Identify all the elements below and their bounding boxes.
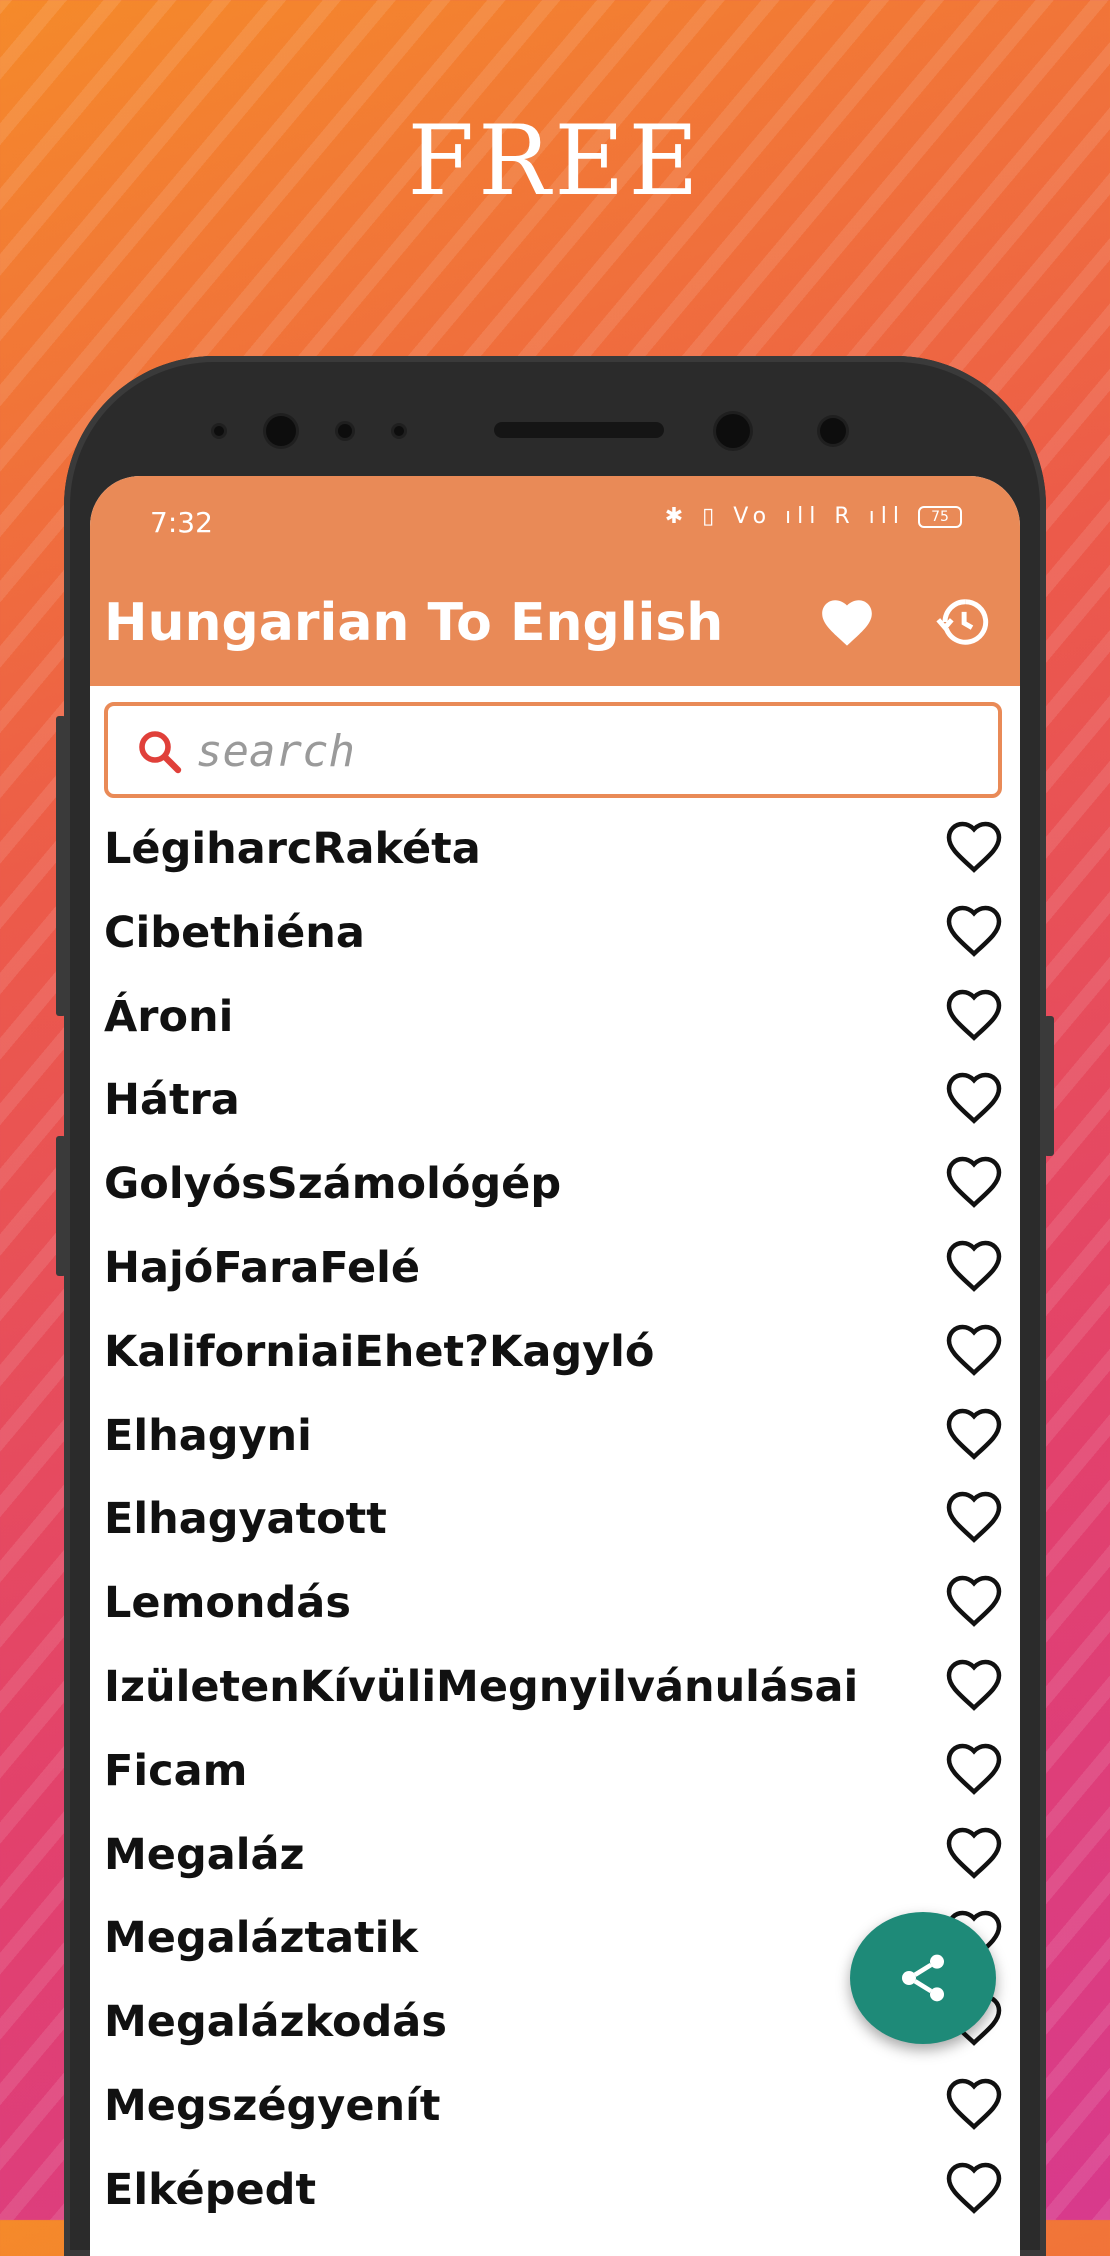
favorite-toggle-button[interactable]: [944, 1740, 1004, 1796]
word-label: Megaláztatik: [104, 1913, 418, 1964]
list-item[interactable]: Elképedt: [90, 2147, 1020, 2231]
heart-outline-icon: [946, 1575, 1002, 1627]
favorite-toggle-button[interactable]: [944, 1069, 1004, 1125]
favorite-toggle-button[interactable]: [944, 818, 1004, 874]
favorite-toggle-button[interactable]: [944, 1405, 1004, 1461]
word-label: Elképedt: [104, 2164, 316, 2215]
heart-filled-icon: [822, 600, 872, 646]
list-item[interactable]: Elhagyatott: [90, 1476, 1020, 1560]
word-label: HajóFaraFelé: [104, 1242, 421, 1293]
word-label: Cibethiéna: [104, 907, 365, 958]
list-item[interactable]: Megaláz: [90, 1812, 1020, 1896]
front-camera-icon: [716, 414, 750, 448]
favorite-toggle-button[interactable]: [944, 2159, 1004, 2215]
history-icon: [936, 599, 989, 645]
heart-outline-icon: [946, 1827, 1002, 1879]
word-label: Megalázkodás: [104, 1997, 447, 2048]
promo-title: FREE: [407, 105, 703, 217]
list-item[interactable]: Lemondás: [90, 1560, 1020, 1644]
word-label: KaliforniaiEhet?Kagyló: [104, 1326, 655, 1377]
phone-side-button: [56, 1136, 66, 1276]
word-label: Lemondás: [104, 1578, 351, 1629]
list-item[interactable]: IzületenKívüliMegnyilvánulásai: [90, 1644, 1020, 1728]
favorite-toggle-button[interactable]: [944, 1572, 1004, 1628]
favorite-toggle-button[interactable]: [944, 1153, 1004, 1209]
sensor-dot: [394, 426, 404, 436]
favorite-toggle-button[interactable]: [944, 1656, 1004, 1712]
app-bar: Hungarian To English: [90, 561, 1020, 686]
list-item[interactable]: Cibethiéna: [90, 890, 1020, 974]
search-icon: [139, 731, 182, 774]
word-label: Elhagyni: [104, 1410, 312, 1461]
word-label: Megszégyenít: [104, 2080, 441, 2131]
favorite-toggle-button[interactable]: [944, 1824, 1004, 1880]
share-button[interactable]: [850, 1912, 996, 2044]
sensor-dot: [214, 426, 224, 436]
status-time: 7:32: [150, 506, 213, 539]
word-label: LégiharcRakéta: [104, 824, 481, 874]
heart-outline-icon: [946, 1240, 1002, 1292]
heart-outline-icon: [946, 2162, 1002, 2214]
front-camera-icon: [266, 416, 296, 446]
word-label: Hátra: [104, 1075, 240, 1126]
signal-icons: ✱ ▯ Vo ıll R ıll: [664, 504, 905, 529]
favorites-button[interactable]: [812, 587, 882, 657]
heart-outline-icon: [946, 2078, 1002, 2130]
search-box[interactable]: [104, 702, 1002, 798]
favorite-toggle-button[interactable]: [944, 1237, 1004, 1293]
list-item[interactable]: Ficam: [90, 1728, 1020, 1812]
favorite-toggle-button[interactable]: [944, 1488, 1004, 1544]
heart-outline-icon: [946, 1073, 1002, 1125]
sensor-dot: [820, 418, 846, 444]
list-item[interactable]: KaliforniaiEhet?Kagyló: [90, 1309, 1020, 1393]
list-item[interactable]: HajóFaraFelé: [90, 1225, 1020, 1309]
word-label: Ároni: [104, 991, 234, 1042]
word-label: GolyósSzámológép: [104, 1159, 562, 1210]
word-label: Elhagyatott: [104, 1494, 387, 1545]
history-button[interactable]: [928, 587, 998, 657]
word-label: IzületenKívüliMegnyilvánulásai: [104, 1661, 859, 1712]
heart-outline-icon: [946, 1659, 1002, 1711]
battery-icon: 75: [918, 506, 962, 528]
phone-side-button: [56, 716, 66, 1016]
heart-outline-icon: [946, 1156, 1002, 1209]
earpiece-speaker: [494, 422, 664, 438]
list-item[interactable]: Elhagyni: [90, 1393, 1020, 1477]
phone-side-button: [1044, 1016, 1054, 1156]
favorite-toggle-button[interactable]: [944, 902, 1004, 958]
sensor-dot: [338, 424, 352, 438]
list-item[interactable]: LégiharcRakéta: [90, 806, 1020, 890]
status-bar: 7:32 ✱ ▯ Vo ıll R ıll 75: [90, 476, 1020, 561]
heart-outline-icon: [946, 821, 1002, 873]
heart-outline-icon: [946, 1743, 1002, 1795]
search-input[interactable]: [194, 720, 978, 782]
heart-outline-icon: [946, 1408, 1002, 1460]
word-label: Ficam: [104, 1745, 248, 1796]
list-item[interactable]: Megszégyenít: [90, 2063, 1020, 2147]
heart-outline-icon: [946, 1324, 1002, 1376]
heart-outline-icon: [946, 989, 1002, 1041]
favorite-toggle-button[interactable]: [944, 1321, 1004, 1377]
list-item[interactable]: GolyósSzámológép: [90, 1141, 1020, 1225]
list-item[interactable]: Hátra: [90, 1057, 1020, 1141]
heart-outline-icon: [946, 905, 1002, 957]
favorite-toggle-button[interactable]: [944, 2075, 1004, 2131]
share-icon: [902, 1954, 944, 2002]
app-title: Hungarian To English: [104, 593, 724, 653]
list-item[interactable]: Ároni: [90, 974, 1020, 1058]
favorite-toggle-button[interactable]: [944, 986, 1004, 1042]
heart-outline-icon: [946, 1492, 1002, 1544]
word-label: Megaláz: [104, 1829, 305, 1880]
status-icons: ✱ ▯ Vo ıll R ıll 75: [665, 504, 962, 529]
